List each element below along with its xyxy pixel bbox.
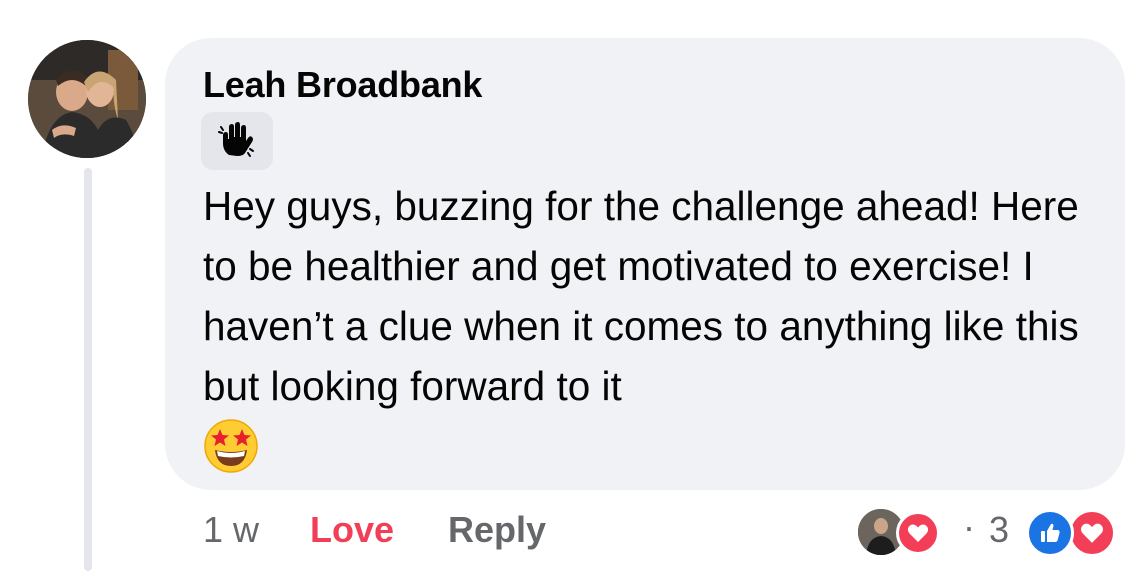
thread-line [84, 168, 92, 571]
author-name[interactable]: Leah Broadbank [203, 64, 482, 106]
reactor-avatars[interactable] [856, 505, 956, 557]
reaction-summary[interactable] [1026, 505, 1126, 557]
star-struck-emoji [203, 418, 259, 474]
love-reaction-icon [1068, 509, 1116, 557]
reaction-separator-dot: · [963, 506, 975, 547]
like-reaction-icon [1026, 509, 1074, 557]
wave-icon [217, 119, 257, 164]
comment-timestamp[interactable]: 1 w [203, 506, 259, 554]
author-avatar[interactable] [28, 40, 146, 158]
comment-text: Hey guys, buzzing for the challenge ahea… [203, 183, 1079, 409]
reply-button[interactable]: Reply [448, 506, 546, 554]
comment-container: Leah Broadbank Hey guys, buzzing for the… [0, 0, 1137, 571]
love-button[interactable]: Love [310, 506, 394, 554]
reaction-count[interactable]: 3 [989, 506, 1009, 554]
love-reaction-icon [896, 511, 940, 555]
wave-badge [201, 112, 273, 170]
